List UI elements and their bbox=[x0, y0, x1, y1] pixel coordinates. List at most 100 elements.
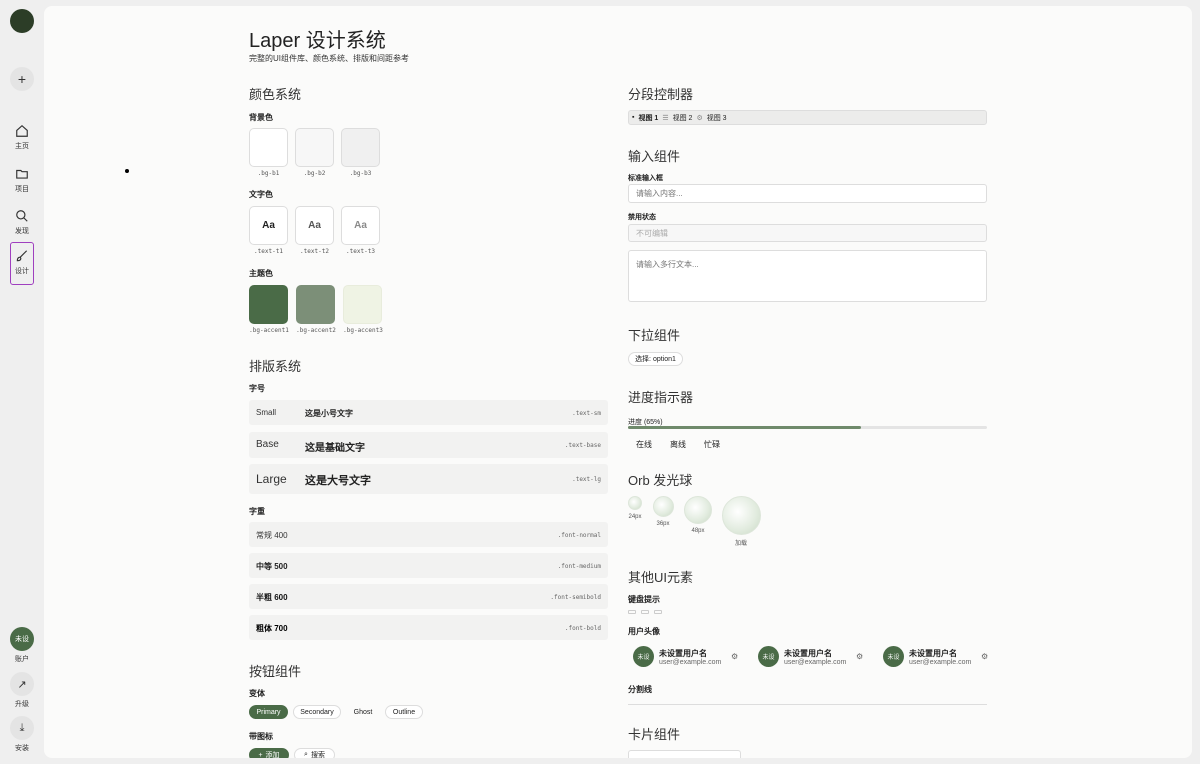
orb-label: 48px bbox=[691, 528, 705, 534]
new-button[interactable]: + bbox=[10, 67, 34, 91]
card bbox=[628, 750, 741, 758]
secondary-button[interactable]: Secondary bbox=[293, 705, 341, 719]
type-row-base: Base 这是基础文字 .text-base bbox=[249, 432, 608, 458]
orb-label: 加载 bbox=[734, 541, 747, 547]
search-button[interactable]: ⌕ 搜索 bbox=[294, 748, 335, 758]
swatch-label: .bg-accent1 bbox=[249, 327, 289, 334]
buttons-title: 按钮组件 bbox=[249, 664, 302, 679]
progress-title: 进度指示器 bbox=[628, 390, 694, 405]
kbd-key bbox=[628, 610, 636, 614]
swatch-bg-b3 bbox=[341, 128, 380, 167]
swatch-label: .bg-accent2 bbox=[296, 327, 336, 334]
cursor-dot bbox=[125, 169, 129, 173]
divider-label: 分割线 bbox=[628, 685, 652, 694]
sidebar-item-label: 发现 bbox=[15, 228, 29, 235]
gear-icon[interactable]: ⚙ bbox=[856, 652, 863, 661]
segment-view-1[interactable]: 视图 1 bbox=[638, 113, 658, 123]
add-button[interactable]: + 添加 bbox=[249, 748, 289, 758]
sidebar-item-design[interactable]: 设计 bbox=[10, 242, 34, 285]
user-card[interactable]: 未设 未设置用户名 user@example.com ⚙ bbox=[633, 646, 758, 668]
arrow-up-right-icon: ↗ bbox=[10, 672, 34, 696]
font-weight-label: 字重 bbox=[249, 507, 265, 516]
sidebar-item-home[interactable]: 主页 bbox=[10, 124, 34, 151]
swatch-label: .bg-b2 bbox=[303, 170, 326, 177]
search-icon: ⌕ bbox=[304, 751, 308, 758]
grid-icon: ▪ bbox=[632, 114, 635, 121]
brush-icon bbox=[16, 250, 28, 262]
kbd-key bbox=[641, 610, 649, 614]
gear-icon[interactable]: ⚙ bbox=[731, 652, 738, 661]
swatch-text-t3: Aa bbox=[341, 206, 380, 245]
outline-button[interactable]: Outline bbox=[385, 705, 423, 719]
text-colors-label: 文字色 bbox=[249, 190, 273, 199]
colors-title: 颜色系统 bbox=[249, 87, 302, 102]
orb-loading bbox=[722, 496, 761, 535]
kbd-label: 键盘提示 bbox=[628, 595, 660, 604]
main-content: Laper 设计系统 完整的UI组件库、颜色系统、排版和间距参考 颜色系统 背景… bbox=[44, 6, 1192, 758]
variants-label: 变体 bbox=[249, 689, 265, 698]
orb-title: Orb 发光球 bbox=[628, 473, 693, 488]
sidebar-item-label: 主页 bbox=[15, 143, 29, 150]
standard-input-label: 标准输入框 bbox=[628, 175, 663, 182]
textarea-input[interactable] bbox=[628, 250, 987, 302]
sidebar-item-projects[interactable]: 项目 bbox=[10, 167, 34, 194]
swatch-accent3 bbox=[343, 285, 382, 324]
orb-24 bbox=[628, 496, 642, 510]
standard-input[interactable] bbox=[628, 184, 987, 203]
orb-48 bbox=[684, 496, 712, 524]
weight-row-medium: 中等 500 .font-medium bbox=[249, 553, 608, 578]
account-button[interactable]: 未设 账户 bbox=[10, 627, 34, 664]
type-row-sm: Small 这是小号文字 .text-sm bbox=[249, 400, 608, 425]
list-icon: ☰ bbox=[662, 114, 669, 122]
primary-button[interactable]: Primary bbox=[249, 705, 288, 719]
sidebar-item-discover[interactable]: 发现 bbox=[10, 209, 34, 236]
swatch-accent1 bbox=[249, 285, 288, 324]
kbd-key bbox=[654, 610, 662, 614]
ghost-button[interactable]: Ghost bbox=[345, 705, 381, 719]
dropdown-select[interactable]: 选择: option1 bbox=[628, 352, 683, 366]
segmented-control: ▪ 视图 1 ☰ 视图 2 ⚙ 视图 3 bbox=[628, 110, 987, 125]
plus-icon: + bbox=[258, 751, 263, 759]
upgrade-button[interactable]: ↗ 升级 bbox=[10, 672, 34, 709]
user-name: 未设置用户名 bbox=[909, 649, 957, 658]
download-icon: ⤓ bbox=[10, 716, 34, 740]
status-busy: 忙碌 bbox=[704, 440, 720, 449]
install-label: 安装 bbox=[15, 745, 29, 752]
sidebar-item-label: 项目 bbox=[15, 186, 29, 193]
swatch-label: .text-t2 bbox=[300, 248, 329, 255]
user-email: user@example.com bbox=[659, 659, 722, 666]
user-email: user@example.com bbox=[909, 659, 972, 666]
segment-view-3[interactable]: 视图 3 bbox=[707, 113, 727, 123]
swatch-label: .bg-b1 bbox=[257, 170, 280, 177]
segment-view-2[interactable]: 视图 2 bbox=[673, 113, 693, 123]
theme-colors-label: 主题色 bbox=[249, 269, 273, 278]
page-subtitle: 完整的UI组件库、颜色系统、排版和间距参考 bbox=[249, 54, 409, 63]
user-card[interactable]: 未设 未设置用户名 user@example.com ⚙ bbox=[758, 646, 883, 668]
folder-icon bbox=[16, 169, 28, 179]
user-name: 未设置用户名 bbox=[784, 649, 832, 658]
weight-row-semibold: 半粗 600 .font-semibold bbox=[249, 584, 608, 609]
font-size-label: 字号 bbox=[249, 384, 265, 393]
typography-title: 排版系统 bbox=[249, 359, 302, 374]
user-card[interactable]: 未设 未设置用户名 user@example.com ⚙ bbox=[883, 646, 1008, 668]
sidebar-item-label: 设计 bbox=[15, 268, 29, 275]
other-title: 其他UI元素 bbox=[628, 570, 694, 585]
install-button[interactable]: ⤓ 安装 bbox=[10, 716, 34, 753]
weight-row-normal: 常规 400 .font-normal bbox=[249, 522, 608, 547]
swatch-label: .bg-accent3 bbox=[343, 327, 383, 334]
icon-buttons-label: 带图标 bbox=[249, 732, 273, 741]
divider bbox=[628, 704, 987, 705]
avatar: 未设 bbox=[883, 646, 904, 667]
dropdown-title: 下拉组件 bbox=[628, 328, 681, 343]
avatar: 未设 bbox=[10, 627, 34, 651]
status-offline: 离线 bbox=[670, 440, 686, 449]
account-label: 账户 bbox=[15, 656, 29, 663]
gear-icon: ⚙ bbox=[696, 114, 703, 122]
logo[interactable] bbox=[10, 9, 34, 33]
swatch-text-t1: Aa bbox=[249, 206, 288, 245]
type-row-lg: Large 这是大号文字 .text-lg bbox=[249, 464, 608, 494]
gear-icon[interactable]: ⚙ bbox=[981, 652, 988, 661]
swatch-label: .text-t3 bbox=[346, 248, 375, 255]
avatar: 未设 bbox=[633, 646, 654, 667]
swatch-text-t2: Aa bbox=[295, 206, 334, 245]
